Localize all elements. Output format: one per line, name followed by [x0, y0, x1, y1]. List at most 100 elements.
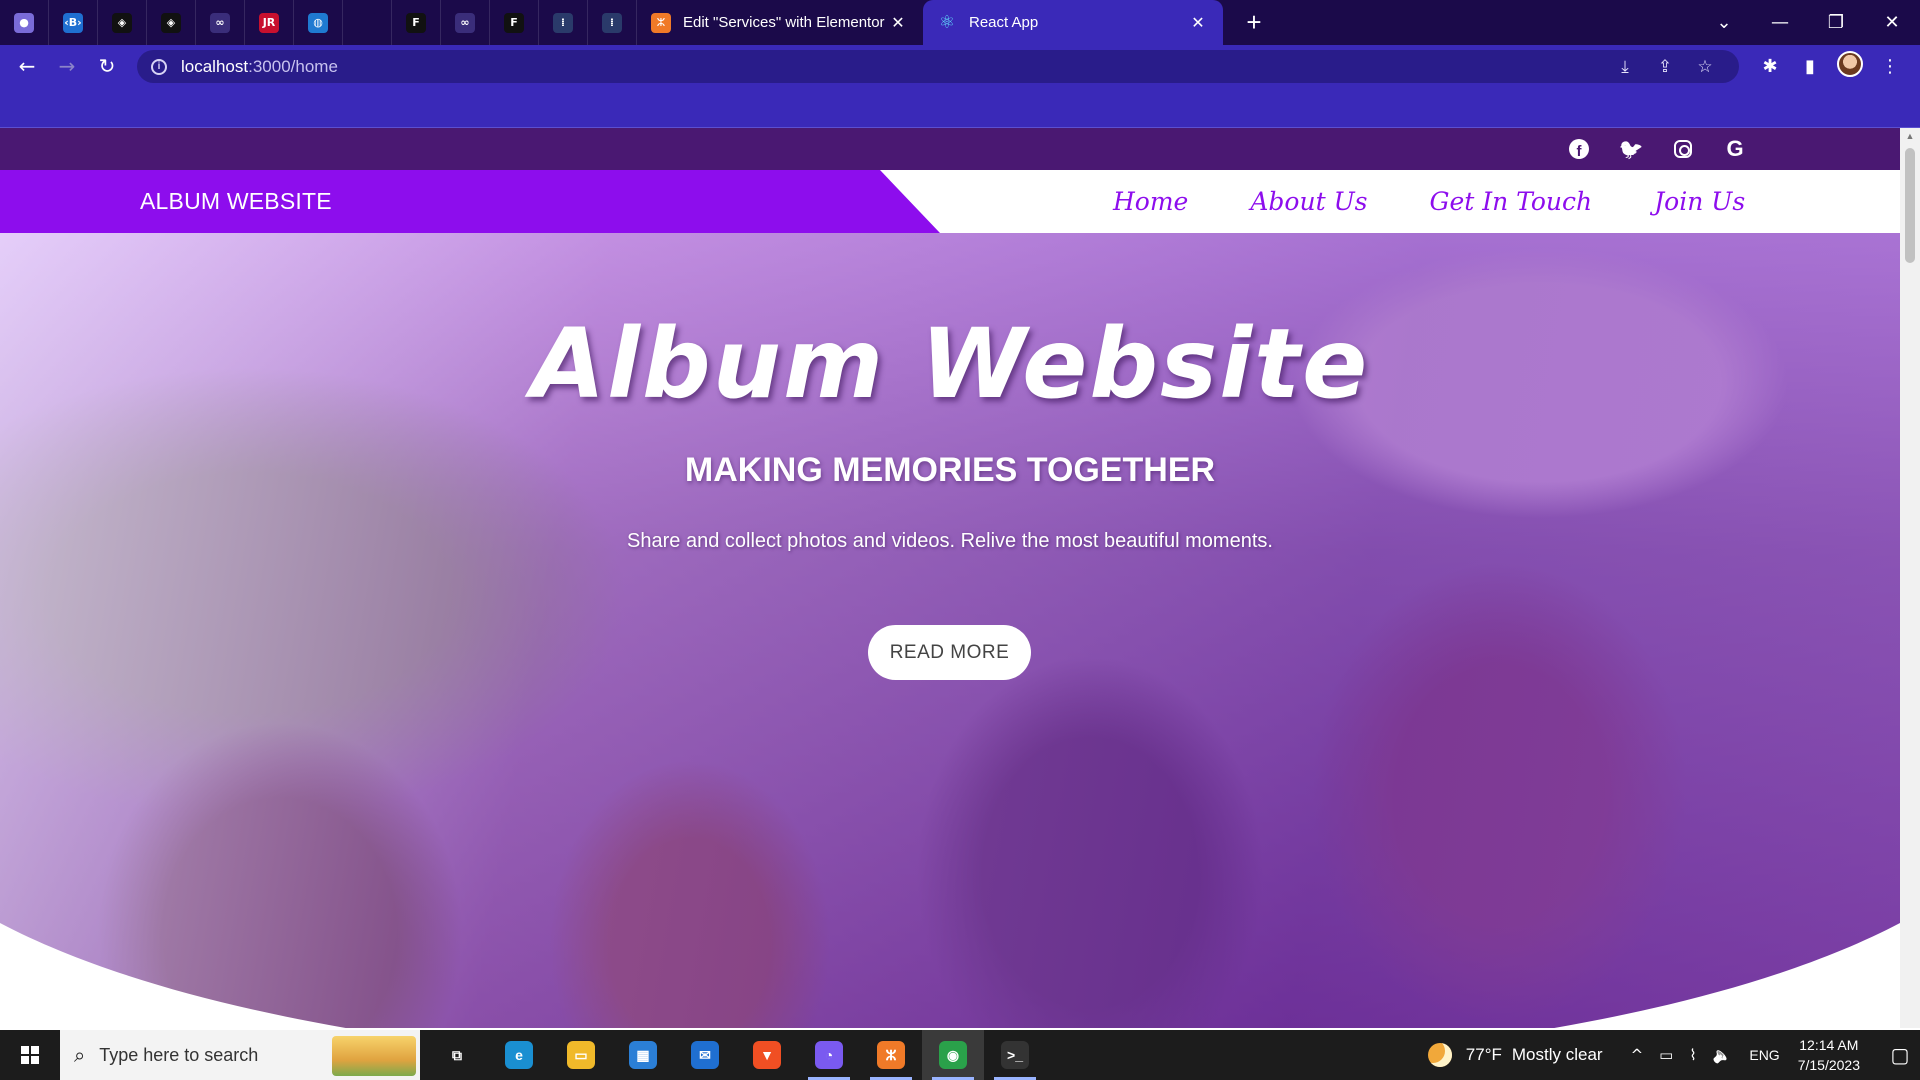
install-icon[interactable]: ⤓: [1605, 57, 1645, 77]
taskbar-app[interactable]: ✉: [674, 1030, 736, 1080]
weather-temp: 77°F: [1465, 1045, 1502, 1064]
browser-toolbar: ← → ↻ i localhost:3000/home ⤓ ⇪ ☆ ✱ ▮ ⋮: [0, 45, 1920, 87]
windows-icon: [21, 1046, 39, 1064]
taskbar-search[interactable]: ⌕ Type here to search: [60, 1030, 420, 1080]
google-icon[interactable]: G: [1720, 134, 1750, 164]
hero-section: Album Website MAKING MEMORIES TOGETHER S…: [0, 233, 1900, 1028]
search-highlight-image: [332, 1036, 416, 1076]
url-path: :3000/home: [248, 56, 338, 76]
forward-button[interactable]: →: [47, 46, 87, 86]
hero-subtitle: MAKING MEMORIES TOGETHER: [684, 451, 1216, 489]
taskbar-app[interactable]: ⧉: [426, 1030, 488, 1080]
nav-link-join-us[interactable]: Join Us: [1654, 187, 1745, 216]
nav-link-home[interactable]: Home: [1113, 187, 1188, 216]
pinned-tab[interactable]: ⁞: [588, 0, 637, 45]
close-icon[interactable]: ✕: [1187, 12, 1209, 34]
chevron-up-icon[interactable]: ^: [1631, 1046, 1644, 1064]
address-bar[interactable]: i localhost:3000/home ⤓ ⇪ ☆: [137, 50, 1739, 83]
tab-search-icon[interactable]: ⌄: [1696, 0, 1752, 45]
page-viewport: f 🐦 G ALBUM WEBSITE Home About Us Get In…: [0, 128, 1900, 1028]
taskbar-apps: ⧉ e ▭ ▦ ✉ ▼ ◔ ⵣ ◉ >_: [426, 1030, 1046, 1080]
weather-widget[interactable]: 77°F Mostly clear: [1427, 1043, 1603, 1067]
scroll-up-arrow[interactable]: ▲: [1900, 128, 1920, 145]
reload-button[interactable]: ↻: [87, 46, 127, 86]
back-button[interactable]: ←: [7, 46, 47, 86]
share-icon[interactable]: ⇪: [1645, 57, 1685, 77]
taskbar-app[interactable]: ▭: [550, 1030, 612, 1080]
language-indicator[interactable]: ENG: [1749, 1047, 1779, 1063]
chrome-icon: ◉: [939, 1041, 967, 1069]
pinned-tab[interactable]: [343, 0, 392, 45]
wifi-icon[interactable]: ⌇: [1689, 1046, 1696, 1064]
pinned-tab[interactable]: ∞: [441, 0, 490, 45]
pinned-tab[interactable]: F: [392, 0, 441, 45]
start-button[interactable]: [0, 1030, 60, 1080]
facebook-icon[interactable]: f: [1564, 134, 1594, 164]
bookmark-star-icon[interactable]: ☆: [1685, 57, 1725, 77]
system-tray: 77°F Mostly clear ^ ▭ ⌇ 🔈 ENG 12:14 AM 7…: [1427, 1030, 1920, 1080]
battery-icon[interactable]: ▭: [1659, 1046, 1673, 1064]
pinned-tabs: ● ‹B› ◈ ◈ ∞ JR ◍ F ∞ F ⁞ ⁞: [0, 0, 637, 45]
file-explorer-icon: ▭: [567, 1041, 595, 1069]
close-window-button[interactable]: ✕: [1864, 0, 1920, 45]
pinned-tab[interactable]: JR: [245, 0, 294, 45]
f-icon: F: [504, 12, 524, 33]
pinned-tab[interactable]: ◈: [147, 0, 196, 45]
page-scrollbar[interactable]: ▲: [1900, 128, 1920, 1028]
codepen-icon: ◈: [112, 12, 132, 33]
pinned-tab[interactable]: ●: [0, 0, 49, 45]
taskbar-app[interactable]: ⵣ: [860, 1030, 922, 1080]
tab-react-app[interactable]: ⚛ React App ✕: [923, 0, 1223, 45]
infinity-icon: ∞: [455, 12, 475, 33]
close-icon[interactable]: ✕: [887, 12, 909, 34]
scrollbar-thumb[interactable]: [1905, 148, 1915, 263]
hero-title: Album Website: [530, 308, 1370, 420]
google-glyph: G: [1726, 136, 1744, 161]
read-more-button[interactable]: READ MORE: [868, 625, 1031, 680]
taskbar-app[interactable]: >_: [984, 1030, 1046, 1080]
search-icon: ⌕: [74, 1043, 86, 1067]
pinned-tab[interactable]: F: [490, 0, 539, 45]
clock[interactable]: 12:14 AM 7/15/2023: [1798, 1035, 1860, 1075]
taskbar-app[interactable]: ◔: [798, 1030, 860, 1080]
pinned-tab[interactable]: ∞: [196, 0, 245, 45]
terminal-icon: >_: [1001, 1041, 1029, 1069]
taskbar-app[interactable]: e: [488, 1030, 550, 1080]
taskbar-app[interactable]: ▼: [736, 1030, 798, 1080]
window-controls: ⌄ — ❐ ✕: [1696, 0, 1920, 45]
taskbar-app[interactable]: ▦: [612, 1030, 674, 1080]
speaker-icon[interactable]: 🔈: [1713, 1046, 1732, 1064]
site-brand[interactable]: ALBUM WEBSITE: [140, 170, 332, 233]
infinity-icon: ∞: [210, 12, 230, 33]
dots-icon: ⁞: [553, 12, 573, 33]
mail-icon: ✉: [691, 1041, 719, 1069]
bookmarks-bar: [0, 87, 1920, 128]
instagram-icon[interactable]: [1668, 134, 1698, 164]
pinned-tab[interactable]: ⁞: [539, 0, 588, 45]
dots-icon: ⁞: [602, 12, 622, 33]
restore-button[interactable]: ❐: [1808, 0, 1864, 45]
twitter-icon[interactable]: 🐦: [1616, 134, 1646, 164]
social-topbar: f 🐦 G: [0, 128, 1900, 170]
globe-icon: ◍: [308, 12, 328, 33]
tab-elementor[interactable]: ⵣ Edit "Services" with Elementor ✕: [637, 0, 923, 45]
nav-link-about-us[interactable]: About Us: [1250, 187, 1367, 216]
side-panel-icon[interactable]: ▮: [1790, 56, 1830, 77]
nav-link-get-in-touch[interactable]: Get In Touch: [1429, 187, 1592, 216]
extensions-icon[interactable]: ✱: [1750, 56, 1790, 77]
toolbar-actions: ✱ ▮ ⋮: [1750, 45, 1910, 87]
f-icon: F: [406, 12, 426, 33]
taskbar-app[interactable]: ◉: [922, 1030, 984, 1080]
pinned-tab[interactable]: ◈: [98, 0, 147, 45]
pinned-tab[interactable]: ‹B›: [49, 0, 98, 45]
profile-avatar[interactable]: [1830, 50, 1870, 82]
notification-icon[interactable]: ▢: [1880, 1030, 1920, 1080]
minimize-button[interactable]: —: [1752, 0, 1808, 45]
tray-icons: ^ ▭ ⌇ 🔈: [1631, 1046, 1732, 1064]
site-info-icon[interactable]: i: [151, 58, 167, 75]
pinned-tab[interactable]: ◍: [294, 0, 343, 45]
xampp-icon: ⵣ: [651, 12, 671, 33]
tab-strip: ● ‹B› ◈ ◈ ∞ JR ◍ F ∞ F ⁞ ⁞ ⵣ Edit "Services" with E…: [0, 0, 1920, 45]
new-tab-button[interactable]: +: [1233, 0, 1275, 45]
menu-icon[interactable]: ⋮: [1870, 56, 1910, 77]
